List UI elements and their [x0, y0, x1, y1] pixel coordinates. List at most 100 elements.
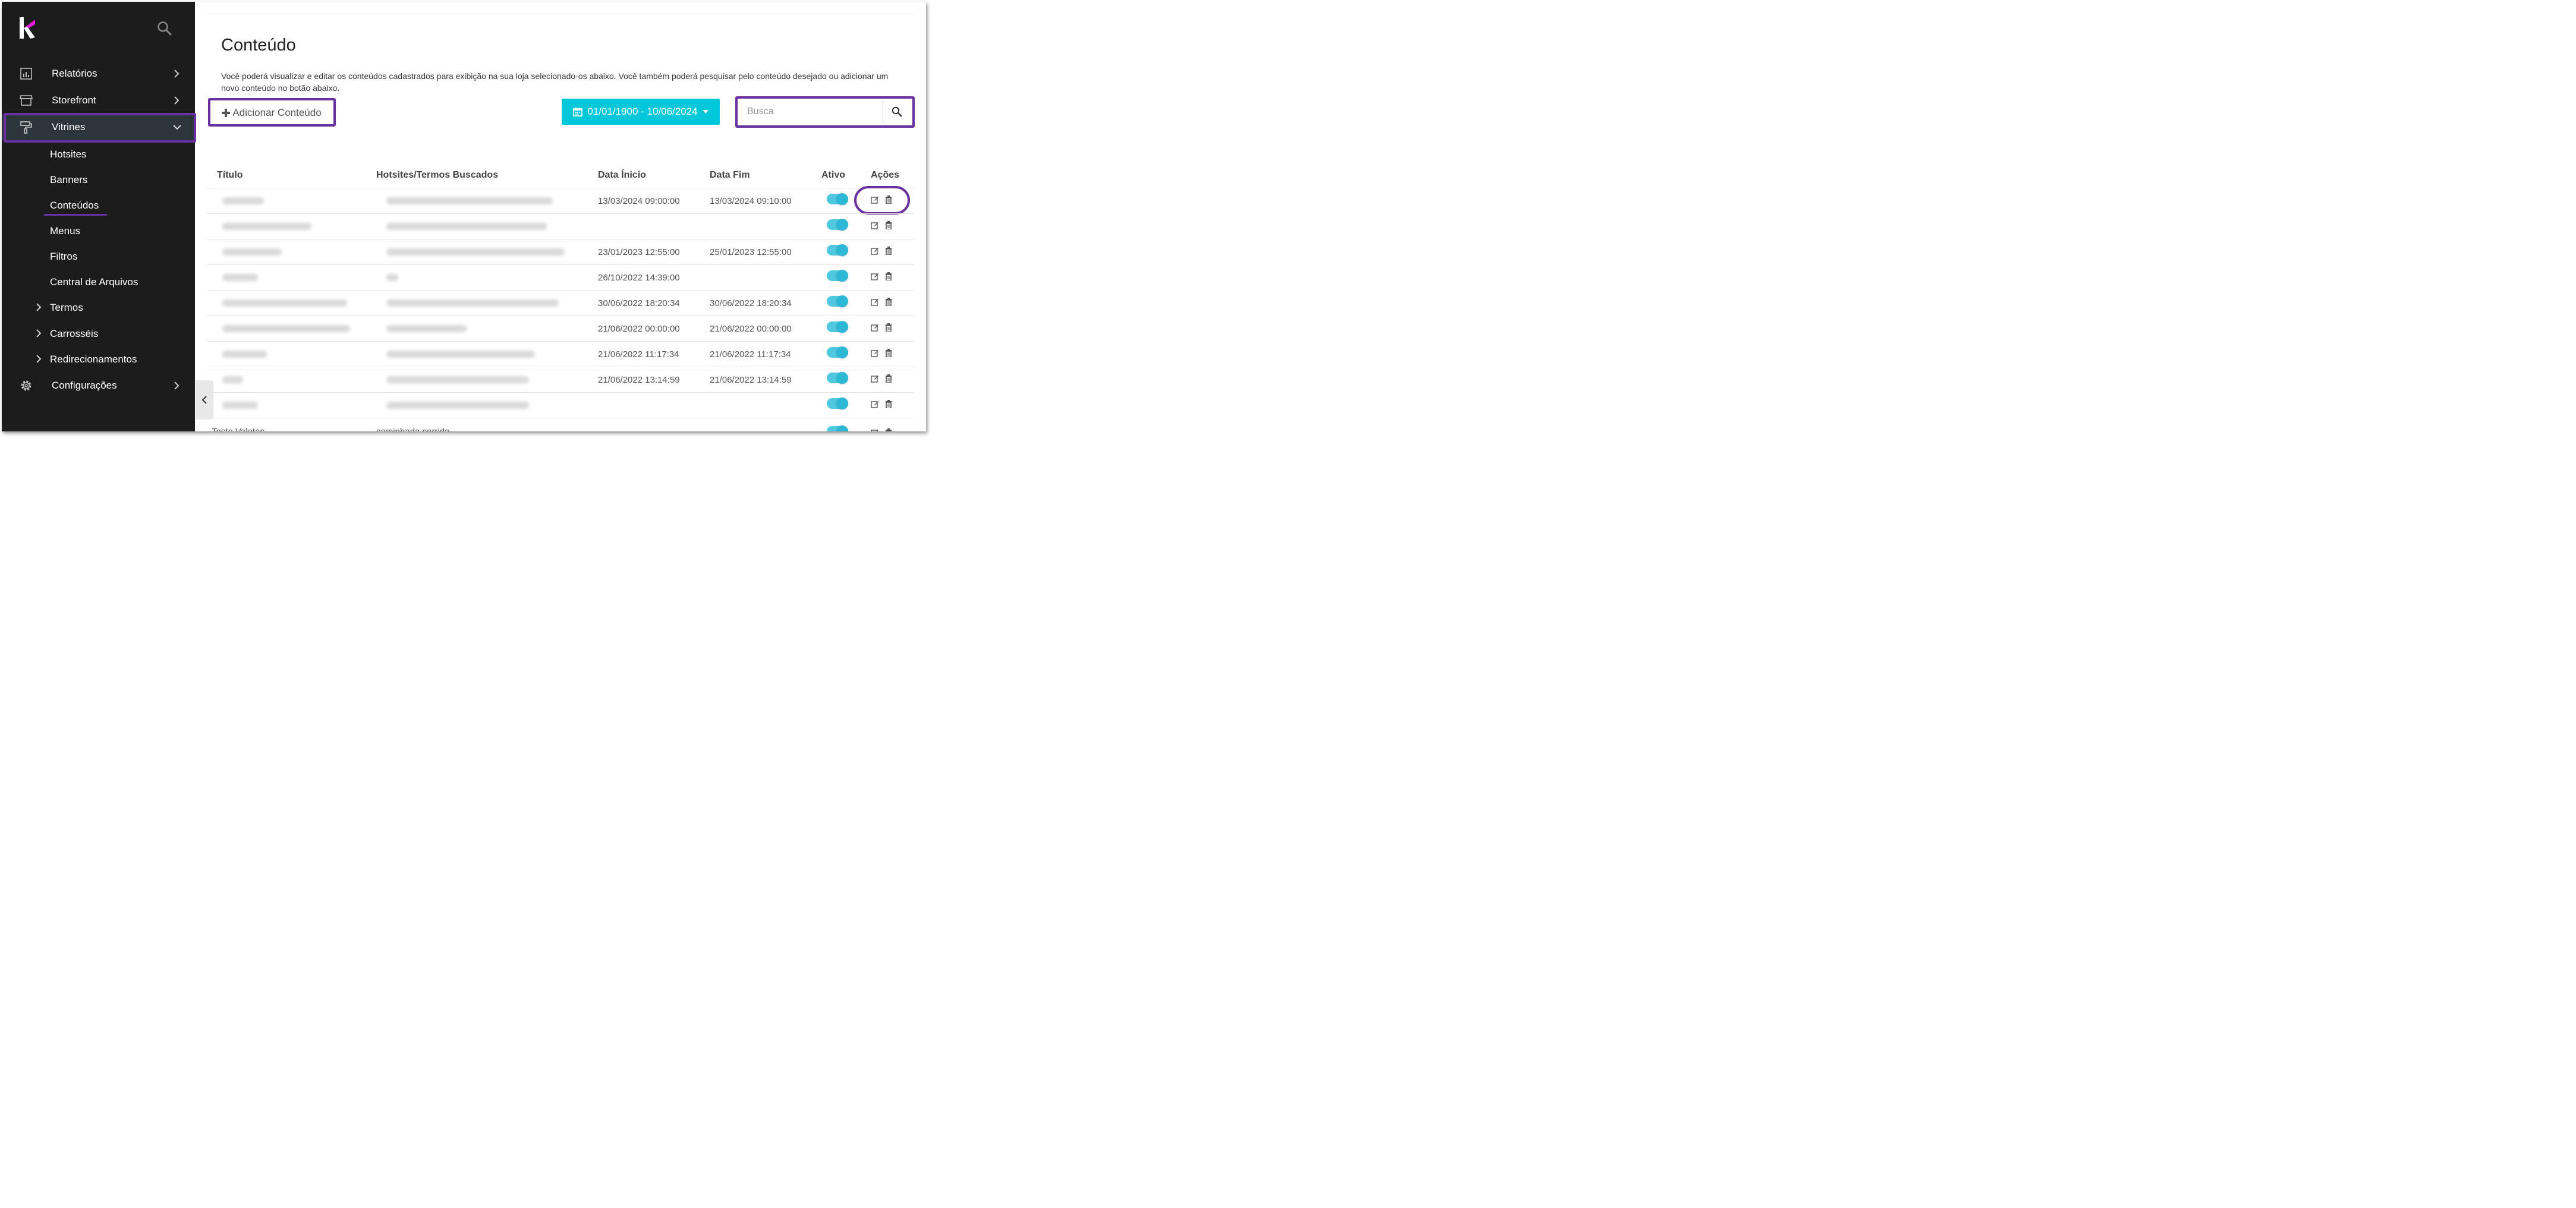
trash-icon[interactable] — [884, 272, 893, 280]
data-fim: 30/06/2022 18:20:34 — [710, 298, 792, 308]
redacted-title — [222, 197, 264, 204]
redacted-title — [222, 402, 258, 409]
trash-icon[interactable] — [884, 195, 893, 204]
chevron-right-icon — [174, 70, 179, 78]
redacted-hotsites — [386, 402, 529, 409]
redacted-hotsites — [386, 248, 565, 256]
edit-icon[interactable] — [871, 400, 879, 408]
data-fim: 21/06/2022 13:14:59 — [710, 375, 792, 385]
edit-icon[interactable] — [871, 349, 879, 357]
data-fim: 21/06/2022 00:00:00 — [710, 324, 792, 334]
edit-icon[interactable] — [871, 195, 879, 204]
edit-icon[interactable] — [871, 298, 879, 306]
ativo-toggle[interactable] — [827, 193, 848, 205]
logo-icon[interactable] — [17, 16, 37, 40]
table-row — [207, 213, 914, 239]
trash-icon[interactable] — [884, 400, 893, 408]
sidebar-item-storefront[interactable]: Storefront — [2, 87, 195, 113]
search-button[interactable] — [883, 100, 911, 123]
redacted-hotsites — [386, 197, 553, 204]
add-content-button[interactable]: Adicionar Conteúdo — [213, 103, 330, 123]
sidebar-subitem-termos[interactable]: Termos — [50, 302, 83, 314]
sidebar-subitem-conteudos[interactable]: Conteúdos — [50, 200, 99, 212]
sidebar-subitem-menus[interactable]: Menus — [50, 225, 80, 237]
edit-icon[interactable] — [871, 374, 879, 383]
sidebar: Relatórios Storefront Vitrines Hotsites … — [2, 2, 196, 431]
date-range-label: 01/01/1900 - 10/06/2024 — [587, 106, 698, 117]
chevron-down-icon — [173, 125, 181, 130]
add-content-label: Adicionar Conteúdo — [232, 107, 322, 118]
sidebar-subitem-redirecionamentos[interactable]: Redirecionamentos — [50, 354, 137, 365]
column-header-ativo[interactable]: Ativo — [821, 170, 845, 181]
table-row: 21/06/2022 13:14:59 21/06/2022 13:14:59 — [207, 367, 914, 393]
table-row: 23/01/2023 12:55:00 25/01/2023 12:55:00 — [207, 239, 914, 265]
chevron-right-icon — [36, 303, 42, 311]
redacted-title — [222, 223, 311, 230]
ativo-toggle[interactable] — [827, 398, 848, 409]
row-hotsites: caminhada corrida — [376, 427, 449, 431]
edit-icon[interactable] — [871, 323, 879, 332]
table-row: 21/06/2022 11:17:34 21/06/2022 11:17:34 — [207, 341, 914, 367]
table-row: 26/10/2022 14:39:00 — [207, 264, 914, 291]
active-underline — [44, 214, 107, 216]
ativo-toggle[interactable] — [827, 321, 848, 333]
table-row: 13/03/2024 09:00:00 13/03/2024 09:10:00 — [207, 188, 914, 214]
chevron-right-icon — [36, 355, 42, 363]
sidebar-item-relatorios[interactable]: Relatórios — [2, 61, 195, 87]
sidebar-item-label: Configurações — [52, 380, 117, 391]
redacted-hotsites — [386, 223, 547, 230]
ativo-toggle[interactable] — [827, 372, 848, 384]
trash-icon[interactable] — [884, 349, 893, 357]
edit-icon[interactable] — [871, 221, 879, 229]
redacted-hotsites — [386, 376, 529, 383]
data-inicio: 23/01/2023 12:55:00 — [598, 247, 680, 257]
data-inicio: 21/06/2022 11:17:34 — [598, 349, 679, 359]
column-header-titulo[interactable]: Título — [217, 170, 243, 181]
edit-icon[interactable] — [871, 247, 879, 255]
redacted-hotsites — [386, 325, 467, 332]
app-window: Relatórios Storefront Vitrines Hotsites … — [2, 2, 926, 431]
date-range-button[interactable]: 01/01/1900 - 10/06/2024 — [562, 99, 720, 125]
sidebar-subitem-filtros[interactable]: Filtros — [50, 251, 77, 263]
row-title: Teste Valetas — [212, 427, 264, 431]
search-input[interactable] — [740, 100, 883, 123]
ativo-toggle[interactable] — [827, 219, 848, 231]
search-box — [740, 100, 883, 123]
trash-icon[interactable] — [884, 247, 893, 255]
ativo-toggle[interactable] — [827, 244, 848, 256]
sidebar-item-label: Vitrines — [52, 121, 86, 133]
search-icon[interactable] — [157, 21, 172, 36]
sidebar-subitem-central-de-arquivos[interactable]: Central de Arquivos — [50, 276, 138, 288]
column-header-hotsites[interactable]: Hotsites/Termos Buscados — [376, 170, 498, 181]
edit-icon[interactable] — [871, 428, 879, 431]
ativo-toggle[interactable] — [827, 425, 848, 431]
redacted-hotsites — [386, 299, 559, 307]
column-header-data-inicio[interactable]: Data Ínicio — [598, 170, 646, 181]
bar-chart-icon — [20, 68, 32, 80]
table-row: 21/06/2022 00:00:00 21/06/2022 00:00:00 — [207, 316, 914, 342]
sidebar-subitem-hotsites[interactable]: Hotsites — [50, 149, 86, 160]
page-title: Conteúdo — [221, 36, 296, 55]
table-row: 30/06/2022 18:20:34 30/06/2022 18:20:34 — [207, 290, 914, 316]
ativo-toggle[interactable] — [827, 346, 848, 358]
column-header-data-fim[interactable]: Data Fim — [710, 170, 750, 181]
sidebar-item-vitrines[interactable]: Vitrines — [2, 114, 195, 140]
redacted-title — [222, 248, 282, 256]
sidebar-subitem-carrosseis[interactable]: Carrosséis — [50, 328, 98, 340]
edit-icon[interactable] — [871, 272, 879, 280]
trash-icon[interactable] — [884, 298, 893, 306]
redacted-hotsites — [386, 351, 535, 358]
trash-icon[interactable] — [884, 221, 893, 229]
sidebar-item-configuracoes[interactable]: Configurações — [2, 373, 195, 399]
sidebar-subitem-banners[interactable]: Banners — [50, 174, 87, 186]
redacted-title — [222, 274, 258, 281]
trash-icon[interactable] — [884, 323, 893, 332]
trash-icon[interactable] — [884, 374, 893, 383]
data-inicio: 30/06/2022 18:20:34 — [598, 298, 680, 308]
trash-icon[interactable] — [884, 428, 893, 431]
ativo-toggle[interactable] — [827, 295, 848, 307]
plus-icon — [222, 109, 231, 117]
redacted-title — [222, 299, 347, 307]
ativo-toggle[interactable] — [827, 270, 848, 282]
page-description: Você poderá visualizar e editar os conte… — [221, 71, 889, 93]
